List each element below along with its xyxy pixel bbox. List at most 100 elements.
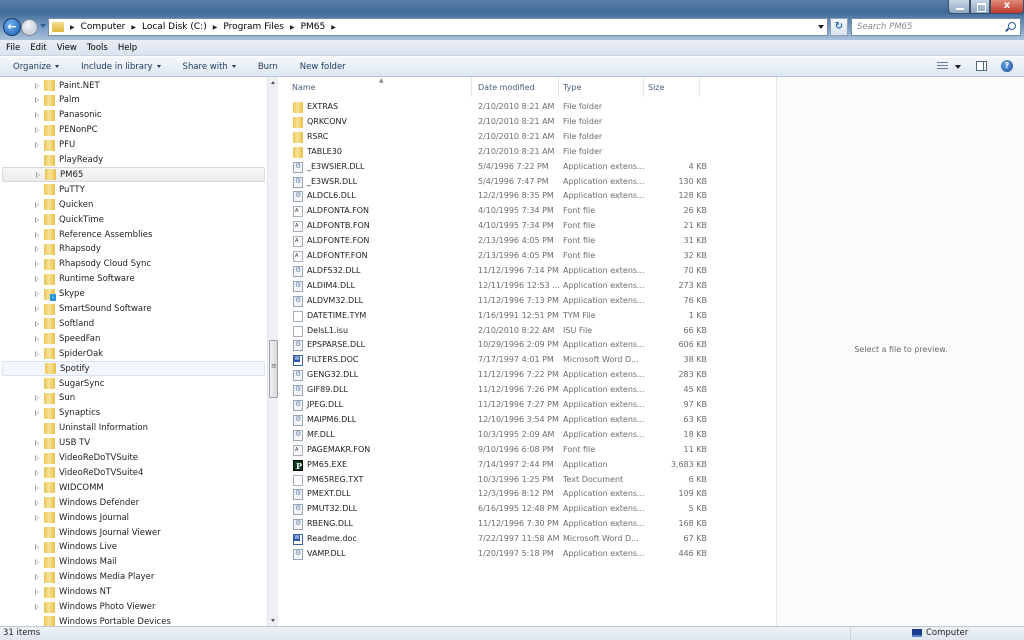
expand-arrow-icon[interactable]	[35, 440, 39, 447]
column-divider[interactable]	[558, 77, 559, 97]
view-options-dropdown[interactable]	[955, 65, 961, 69]
nav-tree-item[interactable]: Panasonic	[2, 108, 265, 123]
expand-arrow-icon[interactable]	[35, 97, 39, 104]
breadcrumb-item[interactable]: Program Files	[223, 22, 284, 32]
expand-arrow-icon[interactable]	[35, 514, 39, 521]
breadcrumb-item[interactable]: Computer	[81, 22, 126, 32]
file-row[interactable]: GENG32.DLL 11/12/1996 7:22 PM Application …	[287, 368, 707, 383]
back-button[interactable]: ←	[3, 18, 21, 36]
file-row[interactable]: PM65REG.TXT 10/3/1996 1:25 PM Text Documen…	[287, 473, 707, 488]
file-row[interactable]: MF.DLL 10/3/1995 2:09 AM Application exten…	[287, 428, 707, 443]
maximize-button[interactable]	[970, 0, 990, 14]
expand-arrow-icon[interactable]	[35, 350, 39, 357]
expand-arrow-icon[interactable]	[35, 395, 39, 402]
nav-tree-item[interactable]: Rhapsody Cloud Sync	[2, 257, 265, 272]
nav-tree-item[interactable]: Quicken	[2, 197, 265, 212]
nav-tree-item[interactable]: PENonPC	[2, 123, 265, 138]
nav-tree-item[interactable]: Softland	[2, 316, 265, 331]
nav-tree-item[interactable]: SpiderOak	[2, 346, 265, 361]
file-row[interactable]: ALDFONTE.FON 2/13/1996 4:05 PM Font file 31…	[287, 234, 707, 249]
nav-tree-item[interactable]: Uninstall Information	[2, 421, 265, 436]
file-row[interactable]: QRKCONV 2/10/2010 8:21 AM File folder	[287, 115, 707, 130]
file-row[interactable]: ALDFONTB.FON 4/10/1995 7:34 PM Font file 21…	[287, 219, 707, 234]
expand-arrow-icon[interactable]	[35, 82, 39, 89]
expand-arrow-icon[interactable]	[35, 201, 39, 208]
nav-tree-item[interactable]: Windows Media Player	[2, 570, 265, 585]
nav-tree-item[interactable]: Rhapsody	[2, 242, 265, 257]
nav-tree-item[interactable]: Windows Journal	[2, 510, 265, 525]
expand-arrow-icon[interactable]	[35, 127, 39, 134]
menu-edit[interactable]: Edit	[30, 43, 46, 53]
nav-tree-item[interactable]: Windows NT	[2, 585, 265, 600]
nav-tree-item[interactable]: Windows Portable Devices	[2, 614, 265, 626]
scroll-down-icon[interactable]	[271, 619, 275, 622]
new-folder-button[interactable]: New folder	[300, 62, 346, 72]
file-row[interactable]: ALDIM4.DLL 12/11/1996 12:53 ...Applicatio…	[287, 279, 707, 294]
column-header-date-modified[interactable]: Date modified	[478, 80, 535, 96]
file-row[interactable]: PM65.EXE 7/14/1997 2:44 PM Application 3,68…	[287, 458, 707, 473]
refresh-button[interactable]: ↻	[830, 18, 848, 36]
nav-tree-item[interactable]: Windows Mail	[2, 555, 265, 570]
change-view-icon[interactable]	[937, 62, 948, 71]
expand-arrow-icon[interactable]	[35, 544, 39, 551]
breadcrumb-item[interactable]: Local Disk (C:)	[142, 22, 207, 32]
nav-tree-item[interactable]: WIDCOMM	[2, 480, 265, 495]
search-input[interactable]: Search PM65	[851, 18, 1021, 36]
file-row[interactable]: ALDFONTF.FON 2/13/1996 4:05 PM Font file 32…	[287, 249, 707, 264]
file-row[interactable]: DelsL1.isu 2/10/2010 8:22 AM ISU File 66 KB	[287, 324, 707, 339]
breadcrumb-separator-icon[interactable]: ▶	[131, 24, 136, 31]
scroll-thumb[interactable]	[269, 340, 278, 398]
file-row[interactable]: JPEG.DLL 11/12/1996 7:27 PM Application ex…	[287, 398, 707, 413]
file-row[interactable]: ALDFS32.DLL 11/12/1996 7:14 PM Application…	[287, 264, 707, 279]
breadcrumb-separator-icon[interactable]: ▶	[331, 24, 336, 31]
expand-arrow-icon[interactable]	[35, 604, 39, 610]
nav-tree-item[interactable]: Windows Defender	[2, 495, 265, 510]
nav-tree-item[interactable]: Runtime Software	[2, 272, 265, 287]
help-icon[interactable]: ?	[1001, 60, 1013, 72]
organize-button[interactable]: Organize	[13, 62, 60, 72]
nav-tree-item[interactable]: Sun	[2, 391, 265, 406]
breadcrumb-item[interactable]: PM65	[301, 22, 326, 32]
menu-tools[interactable]: Tools	[87, 43, 108, 53]
file-row[interactable]: RBENG.DLL 11/12/1996 7:30 PM Application e…	[287, 517, 707, 532]
address-bar[interactable]: ▶ Computer ▶ Local Disk (C:) ▶ Program Files ▶…	[48, 18, 828, 36]
expand-arrow-icon[interactable]	[35, 320, 39, 327]
file-row[interactable]: DATETIME.TYM 1/16/1991 12:51 PM TYM File 1 …	[287, 309, 707, 324]
expand-arrow-icon[interactable]	[35, 306, 39, 312]
column-divider[interactable]	[643, 77, 644, 97]
nav-tree-item[interactable]: Windows Live	[2, 540, 265, 555]
file-row[interactable]: PAGEMAKR.FON 9/10/1996 6:08 PM Font file 11…	[287, 443, 707, 458]
nav-tree-item[interactable]: Paint.NET	[2, 78, 265, 93]
nav-tree-item[interactable]: QuickTime	[2, 212, 265, 227]
expand-arrow-icon[interactable]	[35, 484, 39, 491]
breadcrumb-separator-icon[interactable]: ▶	[70, 24, 75, 31]
file-row[interactable]: TABLE30 2/10/2010 8:21 AM File folder	[287, 145, 707, 160]
nav-tree-item[interactable]: Spotify	[2, 361, 265, 377]
expand-arrow-icon[interactable]	[35, 589, 39, 596]
menu-file[interactable]: File	[6, 43, 20, 53]
nav-tree-item[interactable]: Palm	[2, 93, 265, 108]
nav-tree-item[interactable]: PM65	[2, 167, 265, 183]
preview-pane-toggle-icon[interactable]	[976, 61, 987, 71]
expand-arrow-icon[interactable]	[35, 335, 39, 342]
file-row[interactable]: VAMP.DLL 1/20/1997 5:18 PM Application ext…	[287, 547, 707, 562]
nav-tree-item[interactable]: SpeedFan	[2, 331, 265, 346]
column-divider[interactable]	[471, 77, 472, 97]
menu-help[interactable]: Help	[118, 43, 137, 53]
share-with-button[interactable]: Share with	[183, 62, 236, 72]
burn-button[interactable]: Burn	[258, 62, 278, 72]
expand-arrow-icon[interactable]	[35, 291, 39, 298]
navigation-scrollbar[interactable]	[267, 77, 278, 626]
nav-tree-item[interactable]: PFU	[2, 138, 265, 153]
file-row[interactable]: ALDFONTA.FON 4/10/1995 7:34 PM Font file 26…	[287, 204, 707, 219]
include-in-library-button[interactable]: Include in library	[81, 62, 161, 72]
file-row[interactable]: PMEXT.DLL 12/3/1996 8:12 PM Application ex…	[287, 487, 707, 502]
expand-arrow-icon[interactable]	[35, 455, 39, 461]
column-header-size[interactable]: Size	[648, 80, 664, 96]
column-header-type[interactable]: Type	[563, 80, 581, 96]
breadcrumb-separator-icon[interactable]: ▶	[213, 24, 218, 31]
nav-tree-item[interactable]: PlayReady	[2, 153, 265, 168]
expand-arrow-icon[interactable]	[35, 276, 39, 283]
recent-pages-dropdown[interactable]	[40, 24, 46, 28]
nav-tree-item[interactable]: SugarSync	[2, 376, 265, 391]
